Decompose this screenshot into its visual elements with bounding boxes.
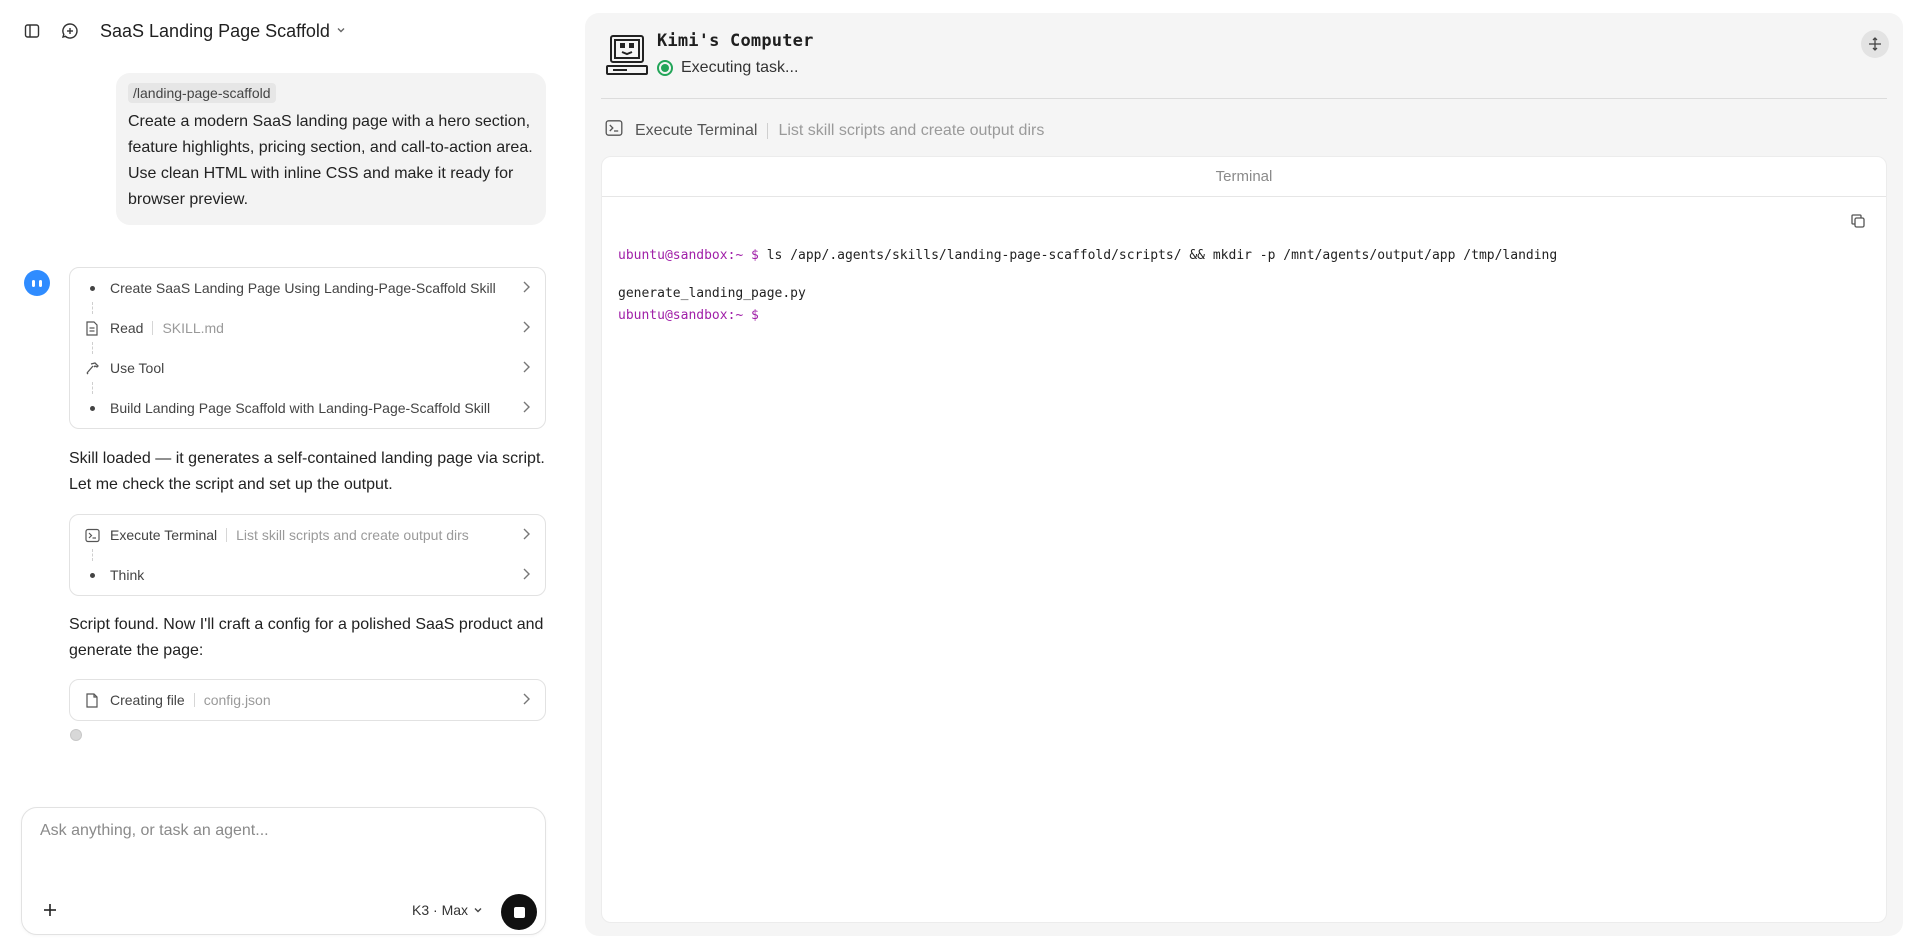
stop-icon bbox=[513, 906, 525, 918]
computer-logo bbox=[605, 33, 649, 77]
terminal-line-command: ubuntu@sandbox:~ $ ls /app/.agents/skill… bbox=[618, 245, 1557, 267]
steps-card-2: Execute Terminal List skill scripts and … bbox=[69, 514, 546, 596]
terminal-icon bbox=[84, 528, 100, 543]
page-title: SaaS Landing Page Scaffold bbox=[100, 20, 330, 41]
chevron-right-icon bbox=[521, 360, 531, 379]
chevron-down-icon bbox=[336, 24, 346, 38]
step-use-tool[interactable]: Use Tool bbox=[70, 348, 545, 388]
loading-spinner-icon bbox=[70, 729, 82, 741]
terminal-prompt: ubuntu@sandbox:~ $ bbox=[618, 248, 759, 263]
chevron-down-icon bbox=[473, 902, 483, 918]
terminal-prompt: ubuntu@sandbox:~ $ bbox=[618, 308, 759, 323]
file-icon bbox=[84, 320, 100, 336]
status-text: Executing task... bbox=[681, 59, 799, 76]
terminal-line-output: generate_landing_page.py bbox=[618, 286, 806, 301]
file-icon bbox=[84, 692, 100, 708]
step-create-landing-page[interactable]: Create SaaS Landing Page Using Landing-P… bbox=[70, 268, 545, 308]
add-attachment-button[interactable] bbox=[38, 898, 62, 922]
computer-title: Kimi's Computer bbox=[657, 31, 814, 51]
computer-panel: Kimi's Computer Executing task... Execut… bbox=[585, 13, 1903, 936]
terminal-output: ubuntu@sandbox:~ $ ls /app/.agents/skill… bbox=[618, 245, 1557, 327]
chat-topbar: SaaS Landing Page Scaffold bbox=[20, 18, 346, 44]
copy-button[interactable] bbox=[1850, 213, 1870, 233]
bullet-icon bbox=[84, 285, 100, 291]
divider bbox=[601, 98, 1887, 99]
computer-icon bbox=[606, 35, 648, 75]
stop-button[interactable] bbox=[501, 894, 537, 930]
user-message: /landing-page-scaffold Create a modern S… bbox=[116, 73, 546, 225]
chat-panel: SaaS Landing Page Scaffold /landing-page… bbox=[0, 0, 566, 948]
terminal-window: Terminal ubuntu@sandbox:~ $ ls /app/.age… bbox=[601, 156, 1887, 923]
assistant-avatar bbox=[24, 270, 50, 296]
tool-label: Execute Terminal bbox=[635, 121, 758, 139]
sidebar-toggle-icon[interactable] bbox=[20, 19, 44, 43]
computer-status: Executing task... bbox=[657, 59, 798, 77]
copy-icon bbox=[1851, 214, 1865, 228]
step-creating-file[interactable]: Creating file config.json bbox=[70, 680, 545, 720]
steps-card-1: Create SaaS Landing Page Using Landing-P… bbox=[69, 267, 546, 429]
assistant-message-1: Skill loaded — it generates a self-conta… bbox=[69, 450, 545, 493]
step-build-scaffold[interactable]: Build Landing Page Scaffold with Landing… bbox=[70, 388, 545, 428]
chat-composer: K3 · Max bbox=[21, 807, 546, 935]
terminal-title: Terminal bbox=[602, 157, 1886, 197]
active-tool-bar: Execute Terminal List skill scripts and … bbox=[605, 119, 1044, 142]
bullet-icon bbox=[84, 572, 100, 578]
assistant-message-2: Script found. Now I'll craft a config fo… bbox=[69, 616, 544, 659]
command-tag: /landing-page-scaffold bbox=[128, 83, 276, 103]
steps-card-3: Creating file config.json bbox=[69, 679, 546, 721]
step-think[interactable]: Think bbox=[70, 555, 545, 595]
hammer-icon bbox=[84, 361, 100, 376]
chevron-right-icon bbox=[521, 527, 531, 546]
terminal-command: ls /app/.agents/skills/landing-page-scaf… bbox=[758, 248, 1558, 263]
chat-input[interactable] bbox=[40, 822, 520, 840]
chevron-right-icon bbox=[521, 280, 531, 299]
new-chat-icon[interactable] bbox=[58, 19, 82, 43]
tool-description: List skill scripts and create output dir… bbox=[778, 121, 1045, 139]
chevron-right-icon bbox=[521, 692, 531, 711]
chevron-right-icon bbox=[521, 567, 531, 586]
chevron-right-icon bbox=[521, 320, 531, 339]
user-message-text: Create a modern SaaS landing page with a… bbox=[128, 113, 533, 208]
status-indicator-icon bbox=[657, 60, 673, 76]
bullet-icon bbox=[84, 405, 100, 411]
terminal-icon bbox=[605, 119, 623, 142]
model-label: K3 · Max bbox=[412, 902, 469, 918]
step-execute-terminal[interactable]: Execute Terminal List skill scripts and … bbox=[70, 515, 545, 555]
expand-button[interactable] bbox=[1861, 30, 1889, 58]
chevron-right-icon bbox=[521, 400, 531, 419]
chat-title-dropdown[interactable]: SaaS Landing Page Scaffold bbox=[100, 21, 346, 42]
step-read-skill[interactable]: Read SKILL.md bbox=[70, 308, 545, 348]
expand-icon bbox=[1869, 37, 1881, 51]
terminal-line-prompt: ubuntu@sandbox:~ $ bbox=[618, 305, 1557, 327]
model-selector[interactable]: K3 · Max bbox=[412, 902, 483, 918]
